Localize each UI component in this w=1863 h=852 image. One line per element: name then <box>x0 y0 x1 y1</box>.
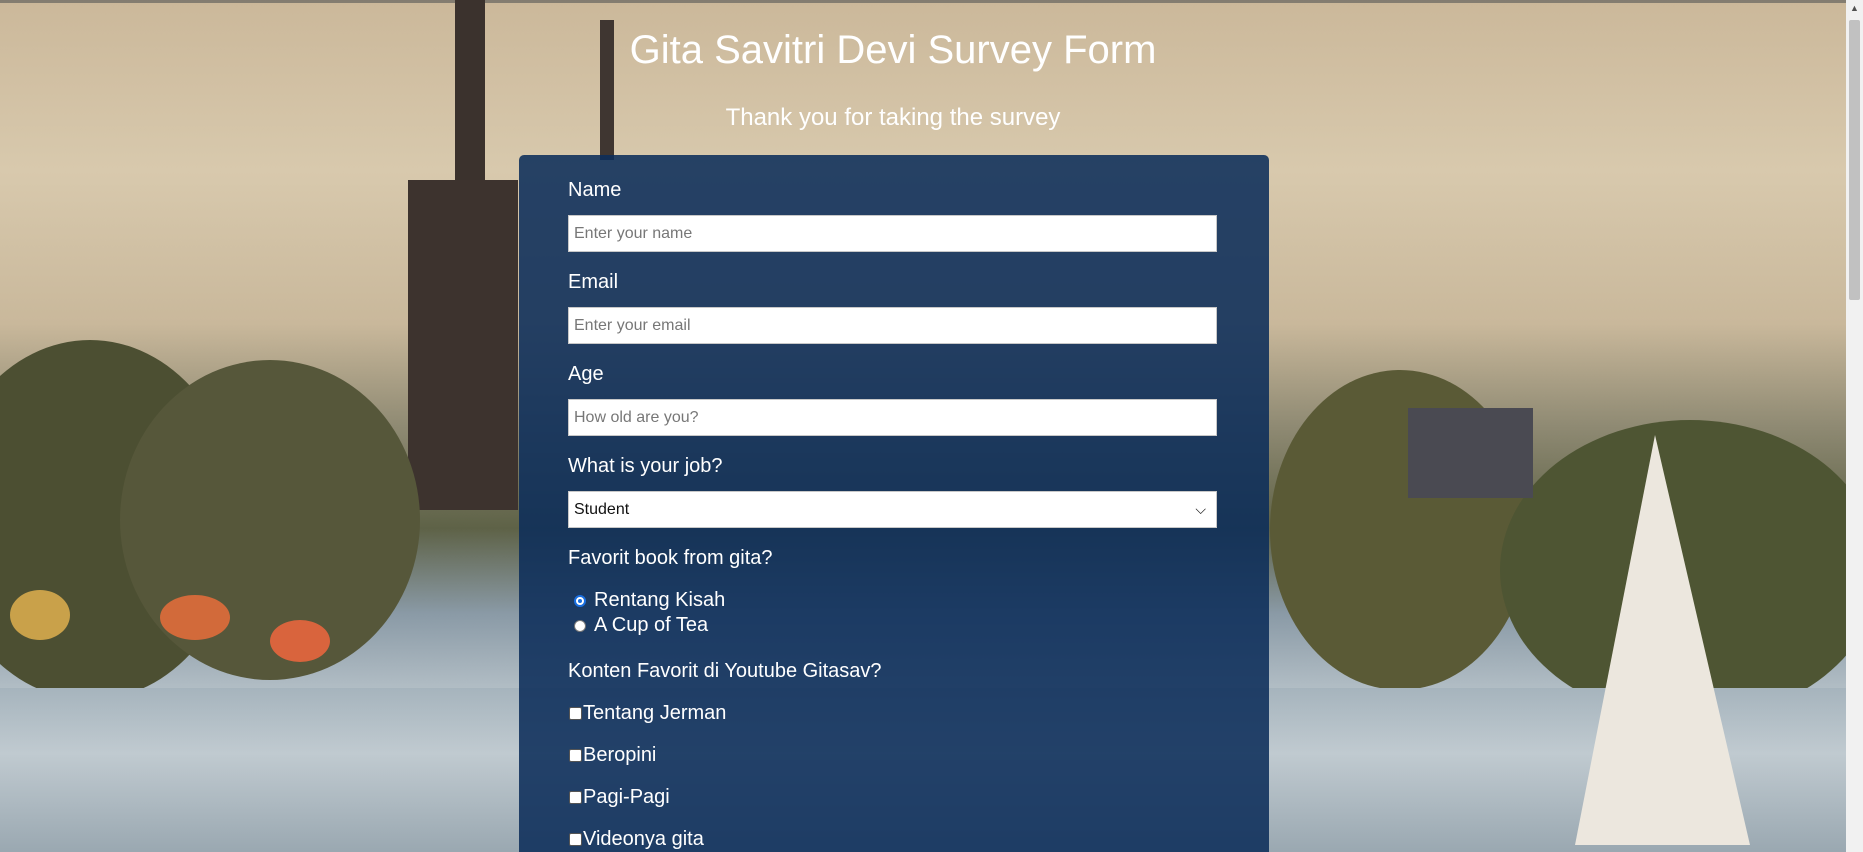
leaf <box>10 590 70 640</box>
checkbox-option-tentang-jerman[interactable]: Tentang Jerman <box>569 702 726 725</box>
top-border <box>0 0 1863 3</box>
checkbox[interactable] <box>569 833 582 846</box>
radio-label: Rentang Kisah <box>594 589 726 611</box>
scrollbar-thumb[interactable] <box>1849 20 1860 300</box>
building <box>1408 408 1533 498</box>
checkbox[interactable] <box>569 707 582 720</box>
checkbox[interactable] <box>569 791 582 804</box>
leaf <box>160 595 230 640</box>
sail <box>1575 435 1750 845</box>
checkbox-option-beropini[interactable]: Beropini <box>569 744 656 767</box>
age-label: Age <box>568 363 604 385</box>
job-select-value: Student <box>574 501 630 518</box>
vertical-scrollbar[interactable]: ▲ <box>1846 0 1863 852</box>
email-label: Email <box>568 271 619 293</box>
radio-label: A Cup of Tea <box>594 614 709 636</box>
leaf <box>270 620 330 662</box>
tree <box>120 360 420 680</box>
book-label: Favorit book from gita? <box>568 547 773 569</box>
checkbox-option-videonya-gita[interactable]: Videonya gita <box>569 828 704 851</box>
radio-button[interactable] <box>574 619 586 632</box>
radio-option-a-cup-of-tea[interactable]: A Cup of Tea <box>574 614 708 637</box>
page-title: Gita Savitri Devi Survey Form <box>629 28 1157 72</box>
checkbox-label: Tentang Jerman <box>583 702 727 724</box>
radio-option-rentang-kisah[interactable]: Rentang Kisah <box>574 589 725 612</box>
email-input[interactable] <box>568 307 1217 344</box>
name-label: Name <box>568 179 622 201</box>
scroll-up-arrow-icon[interactable]: ▲ <box>1846 0 1863 17</box>
age-input[interactable] <box>568 399 1217 436</box>
church-tower <box>408 180 518 510</box>
page-subtitle: Thank you for taking the survey <box>725 104 1061 131</box>
checkbox-label: Beropini <box>583 744 657 766</box>
radio-button[interactable] <box>574 594 586 607</box>
job-select[interactable]: Student ⌵ <box>568 491 1217 528</box>
content-label: Konten Favorit di Youtube Gitasav? <box>568 660 882 682</box>
checkbox[interactable] <box>569 749 582 762</box>
chevron-down-icon: ⌵ <box>1195 501 1206 517</box>
checkbox-option-pagi-pagi[interactable]: Pagi-Pagi <box>569 786 670 809</box>
name-input[interactable] <box>568 215 1217 252</box>
survey-form: Name Email Age What is your job? Student… <box>519 155 1269 852</box>
checkbox-label: Pagi-Pagi <box>583 786 670 808</box>
job-label: What is your job? <box>568 455 723 477</box>
checkbox-label: Videonya gita <box>583 828 704 850</box>
